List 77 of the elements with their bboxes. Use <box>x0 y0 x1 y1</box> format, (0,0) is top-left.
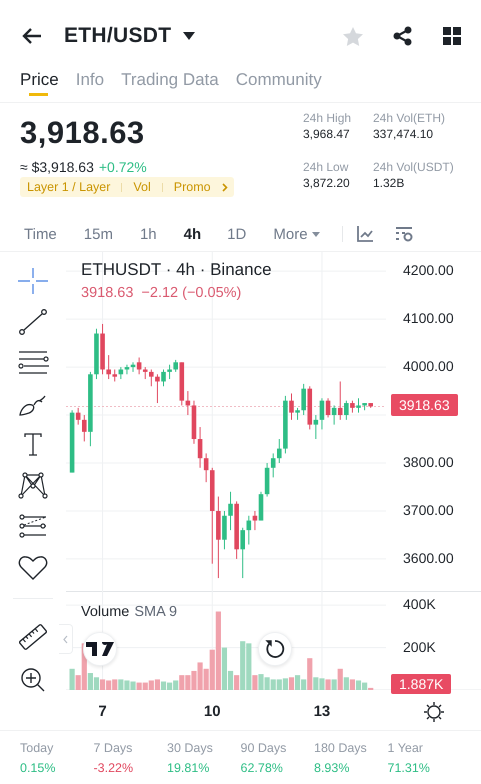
period-change: 62.78% <box>240 761 284 775</box>
tab[interactable]: Community <box>236 64 322 102</box>
reset-button[interactable] <box>258 632 292 666</box>
volume-legend: Volume <box>81 604 130 620</box>
text-tool-icon[interactable] <box>23 432 43 456</box>
price-tick: 3800.00 <box>403 454 454 470</box>
date-tick: 13 <box>312 703 332 720</box>
ohlc-price: 3918.63 <box>81 285 134 301</box>
stat-label: 24h Vol(ETH) <box>373 111 446 125</box>
price-tick: 4000.00 <box>403 358 454 374</box>
interval-tab[interactable]: 1D <box>227 222 246 246</box>
period-change: 71.31% <box>388 761 431 775</box>
chart-legend: ETHUSDT · 4h · Binance <box>81 260 272 280</box>
period-change: 8.93% <box>314 761 350 775</box>
period-label: 1 Year <box>388 741 424 755</box>
stat-label: 24h Low <box>303 160 350 174</box>
ohlc-change: −2.12 (−0.05%) <box>141 285 242 301</box>
sma-label: SMA 9 <box>134 604 178 620</box>
category-tag[interactable]: Vol <box>133 180 151 194</box>
logo-icon <box>86 642 114 656</box>
stat-label: 24h Vol(USDT) <box>373 160 455 174</box>
price-change: +0.72% <box>98 159 147 175</box>
stat-label: 24h High <box>303 111 352 125</box>
last-price: 3,918.63 <box>20 115 146 151</box>
pattern-icon[interactable] <box>18 471 48 499</box>
tab[interactable]: Info <box>76 64 104 102</box>
last-volume-label: 1.887K <box>391 674 452 694</box>
crosshair-icon[interactable] <box>18 268 48 294</box>
tab[interactable]: Trading Data <box>121 64 219 102</box>
period-change: 0.15% <box>20 761 56 775</box>
category-tag[interactable]: Promo <box>174 180 211 194</box>
lines-icon[interactable] <box>17 350 49 376</box>
price-tick: 3700.00 <box>403 502 454 518</box>
price-tick: 4100.00 <box>403 310 454 326</box>
interval-tab[interactable]: 4h <box>184 222 202 246</box>
stat-value: 3,968.47 <box>303 127 351 141</box>
date-tick: 10 <box>202 703 222 720</box>
period-change: -3.22% <box>94 761 134 775</box>
period-change: 19.81% <box>167 761 210 775</box>
price-tick: 4200.00 <box>403 262 454 278</box>
theme-icon[interactable] <box>424 702 444 722</box>
ruler-icon[interactable] <box>18 622 48 652</box>
fib-lines-icon[interactable] <box>18 514 48 540</box>
interval-tab[interactable]: 15m <box>84 222 113 246</box>
date-tick: 7 <box>97 703 108 720</box>
period-label: 7 Days <box>94 741 134 755</box>
caret-icon[interactable] <box>183 32 196 40</box>
interval-tab[interactable]: More <box>273 222 308 246</box>
chart-logo-button[interactable] <box>83 632 117 666</box>
interval-tab[interactable]: 1h <box>140 222 157 246</box>
settings-icon[interactable] <box>394 226 413 242</box>
last-price-label: 3918.63 <box>391 394 458 416</box>
grid-icon[interactable] <box>443 27 461 45</box>
star-icon[interactable] <box>343 26 363 46</box>
fiat-price: ≈ $3,918.63 <box>20 159 94 175</box>
volume-tick: 200K <box>403 638 436 655</box>
stat-value: 1.32B <box>373 176 406 190</box>
period-label: 180 Days <box>314 741 368 755</box>
period-label: 90 Days <box>240 741 288 755</box>
pair-title[interactable]: ETH/USDT <box>64 24 172 48</box>
indicator-icon[interactable] <box>356 226 373 242</box>
stat-value: 3,872.20 <box>303 176 351 190</box>
zoom-in-icon[interactable] <box>20 667 46 693</box>
collapse-handle[interactable] <box>59 624 73 654</box>
heart-icon[interactable] <box>18 555 48 581</box>
period-label: 30 Days <box>167 741 214 755</box>
interval-tab[interactable]: Time <box>24 222 57 246</box>
stat-value: 337,474.10 <box>373 127 434 141</box>
reset-icon <box>265 639 285 659</box>
tab[interactable]: Price <box>20 64 59 102</box>
back-icon[interactable] <box>22 28 42 44</box>
category-tag[interactable]: Layer 1 / Layer <box>27 180 110 194</box>
volume-tick: 400K <box>403 596 436 612</box>
period-label: Today <box>20 741 54 755</box>
trend-line-icon[interactable] <box>19 309 47 335</box>
share-icon[interactable] <box>393 26 413 46</box>
price-tick: 3600.00 <box>403 550 454 566</box>
